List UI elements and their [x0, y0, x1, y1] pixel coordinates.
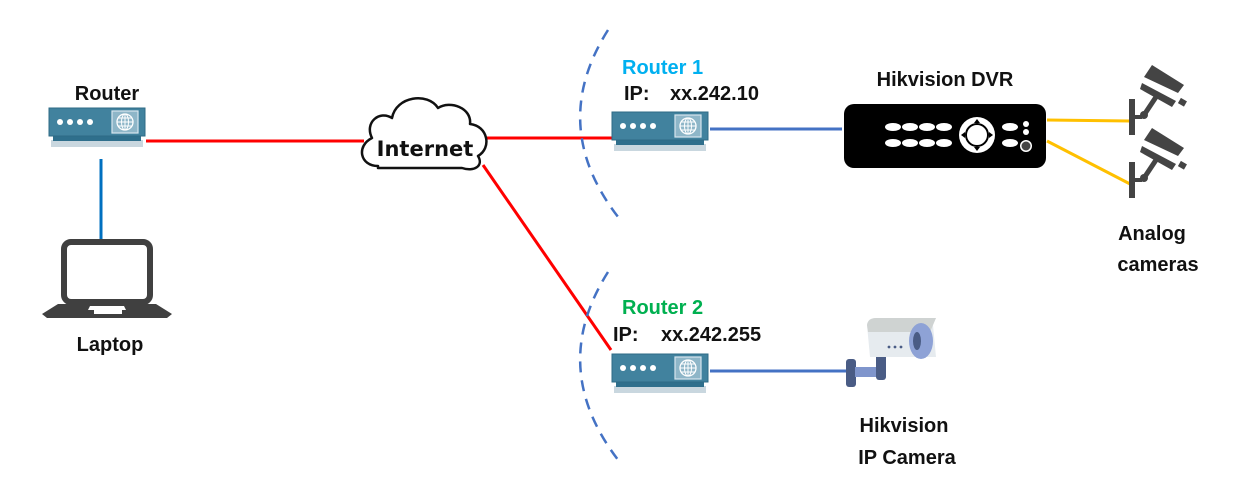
router2-ip-prefix: IP:: [613, 324, 639, 346]
analog-cameras-label-line1: Analog: [1118, 223, 1186, 245]
router2-label: Router 2: [622, 297, 703, 319]
home-router-label: Router: [75, 83, 140, 105]
router-icon[interactable]: [611, 111, 709, 152]
router1-ip-prefix: IP:: [624, 83, 650, 105]
internet-label: Internet: [377, 137, 474, 161]
laptop-icon[interactable]: [42, 239, 172, 318]
router1-ip: xx.242.10: [670, 83, 759, 105]
router1-label: Router 1: [622, 57, 703, 79]
cctv-camera-icon[interactable]: [1129, 65, 1187, 135]
network-diagram: Router Laptop Internet Router 1 IP: xx.2…: [42, 29, 1199, 469]
ip-camera-label-line2: IP Camera: [858, 447, 956, 469]
link-internet-router2: [481, 164, 613, 351]
link-dvr-camera1: [1046, 118, 1131, 123]
router-icon[interactable]: [48, 107, 146, 148]
link-dvr-camera2: [1046, 139, 1133, 187]
ip-camera-icon[interactable]: [846, 318, 936, 387]
ip-camera-label-line1: Hikvision: [860, 415, 949, 437]
analog-cameras-label-line2: cameras: [1117, 254, 1198, 276]
router2-ip: xx.242.255: [661, 324, 761, 346]
laptop-label: Laptop: [77, 334, 144, 356]
router-icon[interactable]: [611, 353, 709, 394]
dvr-icon[interactable]: [844, 104, 1046, 168]
cctv-camera-icon[interactable]: [1129, 128, 1187, 198]
dvr-label: Hikvision DVR: [877, 69, 1014, 91]
